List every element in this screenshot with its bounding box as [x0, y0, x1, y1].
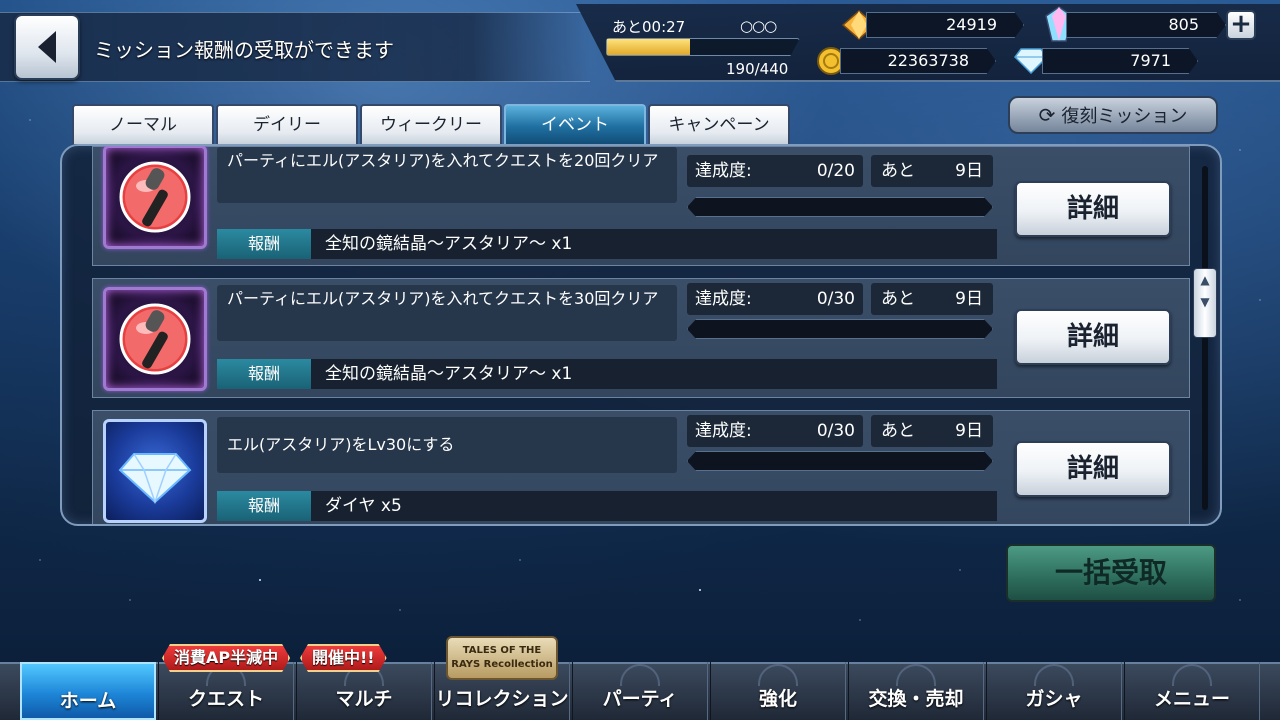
progress-label: 達成度:	[695, 289, 752, 309]
nav-home-label: ホーム	[59, 690, 117, 712]
scrollbar-thumb[interactable]: ▲ ▼	[1193, 268, 1217, 338]
gacha-icon	[1034, 664, 1074, 686]
remaining-label: あと	[881, 161, 915, 181]
remaining-label: あと	[881, 421, 915, 441]
mission-description: エル(アスタリア)をLv30にする	[217, 417, 677, 473]
tab-campaign[interactable]: キャンペーン	[648, 104, 790, 144]
mission-remaining: あと 9日	[871, 415, 993, 447]
ap-indicator-circles: ○○○	[740, 17, 777, 35]
nav-exchange-label: 交換・売却	[868, 688, 964, 710]
back-arrow-icon	[38, 31, 56, 63]
progress-value: 0/30	[816, 289, 855, 309]
ap-bar-fill	[607, 39, 690, 55]
mission-progress-bar	[687, 451, 993, 471]
mission-row: パーティにエル(アスタリア)を入れてクエストを30回クリア 達成度: 0/30 …	[92, 278, 1190, 398]
nav-menu-label: メニュー	[1153, 688, 1230, 710]
remaining-value: 9日	[955, 421, 983, 441]
mission-progress: 達成度: 0/30	[687, 283, 863, 315]
progress-value: 0/30	[816, 421, 855, 441]
nav-party[interactable]: パーティ	[572, 662, 708, 720]
mission-progress: 達成度: 0/20	[687, 155, 863, 187]
revival-mission-label: 復刻ミッション	[1061, 106, 1188, 127]
nav-multi-label: マルチ	[335, 688, 393, 710]
progress-label: 達成度:	[695, 421, 752, 441]
microphone-icon	[119, 303, 191, 375]
nav-home[interactable]: ホーム	[20, 662, 156, 720]
mission-remaining: あと 9日	[871, 283, 993, 315]
progress-label: 達成度:	[695, 161, 752, 181]
detail-button[interactable]: 詳細	[1015, 441, 1171, 497]
exchange-icon	[896, 664, 936, 686]
nav-party-label: パーティ	[602, 688, 678, 710]
page-title: ミッション報酬の受取ができます	[94, 38, 394, 62]
nav-gacha-label: ガシャ	[1025, 688, 1083, 710]
mission-item-icon	[103, 287, 207, 391]
refresh-icon: ⟳	[1038, 103, 1056, 127]
revival-mission-button[interactable]: ⟳ 復刻ミッション	[1008, 96, 1218, 134]
detail-button[interactable]: 詳細	[1015, 309, 1171, 365]
tab-daily[interactable]: デイリー	[216, 104, 358, 144]
nav-enhance-label: 強化	[758, 688, 797, 710]
tab-weekly[interactable]: ウィークリー	[360, 104, 502, 144]
gald-count: 22363738	[840, 48, 996, 74]
mission-item-icon	[103, 419, 207, 523]
nav-quest-label: クエスト	[187, 688, 264, 710]
remaining-label: あと	[881, 289, 915, 309]
reward-label: 報酬	[217, 359, 311, 389]
quest-badge: 消費AP半減中	[162, 644, 290, 672]
ap-count: 190/440	[726, 60, 789, 78]
nav-gacha[interactable]: ガシャ	[986, 662, 1122, 720]
collab-logo: TALES OF THE RAYS Recollection	[446, 636, 558, 680]
mission-progress-bar	[687, 319, 993, 339]
reward-label: 報酬	[217, 229, 311, 259]
scrollbar-track[interactable]	[1202, 166, 1208, 510]
menu-icon	[1172, 664, 1212, 686]
nav-enhance[interactable]: 強化	[710, 662, 846, 720]
mission-progress: 達成度: 0/30	[687, 415, 863, 447]
diamond-count: 7971	[1042, 48, 1198, 74]
remaining-value: 9日	[955, 289, 983, 309]
bulk-receive-button[interactable]: 一括受取	[1006, 544, 1216, 602]
diamond-icon	[118, 453, 192, 505]
orange-crystal-count: 24919	[866, 12, 1024, 38]
detail-button[interactable]: 詳細	[1015, 181, 1171, 237]
mission-description: パーティにエル(アスタリア)を入れてクエストを30回クリア	[217, 285, 677, 341]
microphone-icon	[119, 161, 191, 233]
reward-label: 報酬	[217, 491, 311, 521]
reward-value: ダイヤ x5	[311, 491, 997, 521]
ap-bar	[606, 38, 800, 56]
rainbow-crystal-count: 805	[1066, 12, 1226, 38]
mission-description: パーティにエル(アスタリア)を入れてクエストを20回クリア	[217, 147, 677, 203]
nav-exchange[interactable]: 交換・売却	[848, 662, 984, 720]
mission-remaining: あと 9日	[871, 155, 993, 187]
ap-recovery-time: あと00:27	[612, 18, 686, 36]
progress-value: 0/20	[816, 161, 855, 181]
reward-value: 全知の鏡結晶～アスタリア～ x1	[311, 229, 997, 259]
mission-row: エル(アスタリア)をLv30にする 達成度: 0/30 あと 9日 報酬 ダイヤ…	[92, 410, 1190, 524]
nav-menu[interactable]: メニュー	[1124, 662, 1260, 720]
mission-list-panel: パーティにエル(アスタリア)を入れてクエストを20回クリア 達成度: 0/20 …	[60, 144, 1222, 526]
tab-normal[interactable]: ノーマル	[72, 104, 214, 144]
multi-badge: 開催中!!	[300, 644, 387, 672]
tab-event[interactable]: イベント	[504, 104, 646, 144]
enhance-icon	[758, 664, 798, 686]
purchase-plus-button[interactable]: +	[1226, 10, 1256, 40]
mission-item-icon	[103, 146, 207, 249]
remaining-value: 9日	[955, 161, 983, 181]
reward-value: 全知の鏡結晶～アスタリア～ x1	[311, 359, 997, 389]
party-icon	[620, 664, 660, 686]
nav-recollection-label: リコレクション	[435, 688, 569, 710]
mission-row: パーティにエル(アスタリア)を入れてクエストを20回クリア 達成度: 0/20 …	[92, 146, 1190, 266]
back-button[interactable]	[14, 14, 80, 80]
mission-progress-bar	[687, 197, 993, 217]
